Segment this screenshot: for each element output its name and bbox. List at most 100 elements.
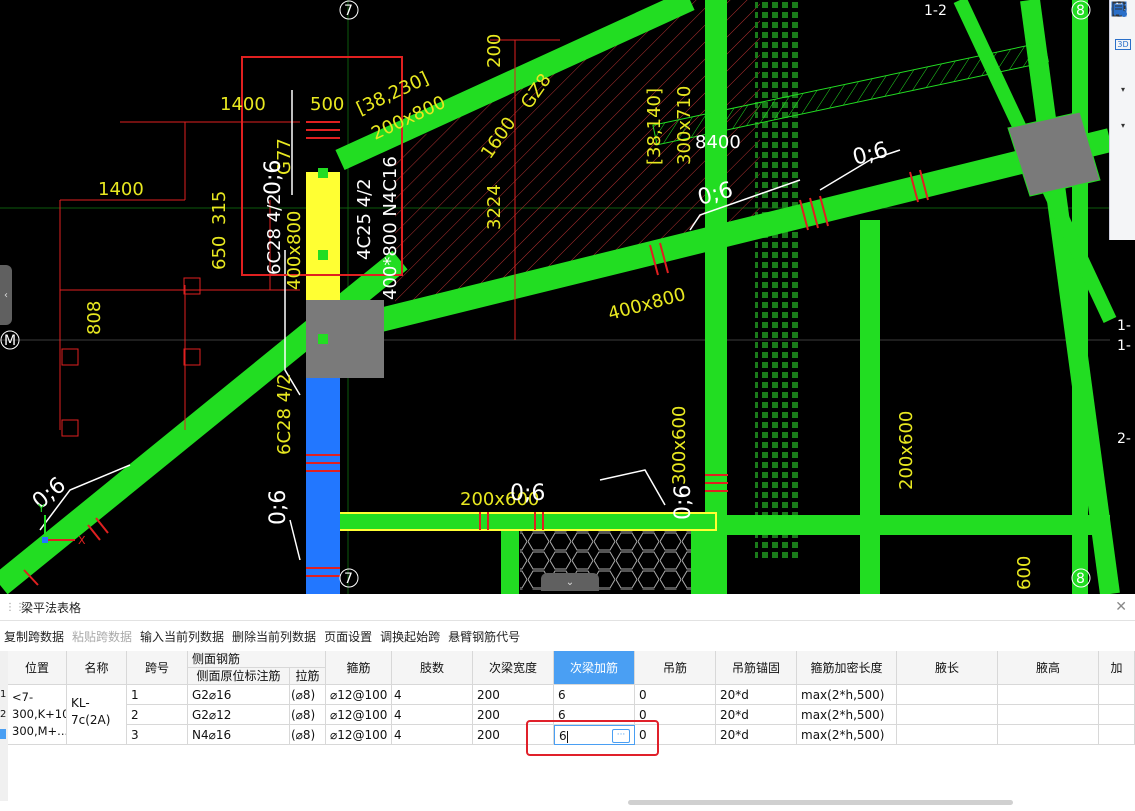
cell-hanger-1[interactable]: 0 [635, 685, 716, 705]
cell-more-3[interactable] [1099, 725, 1135, 745]
label-6c28: 6C28 4/2 [264, 193, 285, 275]
cell-sec-add-1[interactable]: 6 [554, 685, 635, 705]
annotation-highlight [526, 720, 659, 756]
grip-1[interactable] [318, 168, 328, 178]
chevron-down-icon-2[interactable]: ▾ [1119, 122, 1127, 130]
cell-stirrup-1[interactable]: ⌀12@100 [326, 685, 392, 705]
dim-808: 808 [84, 301, 105, 335]
shaft-zone [755, 0, 800, 560]
cell-more-2[interactable] [1099, 705, 1135, 725]
label-0-6-b: 0;6 [850, 137, 891, 170]
page-setup-button[interactable]: 页面设置 [320, 628, 376, 645]
cantilever-code-button[interactable]: 悬臂钢筋代号 [444, 628, 524, 645]
cad-canvas[interactable]: 1400 500 200 [38,230] 200x800 GZ8 1600 [… [0, 0, 1135, 594]
pile-3 [183, 277, 201, 295]
header-more[interactable]: 加 [1099, 651, 1135, 685]
row-marker-2: 2 [0, 709, 7, 720]
dim-315: 315 [209, 191, 230, 225]
header-tie[interactable]: 拉筋 [290, 668, 326, 685]
cell-name[interactable]: KL-7c(2A) [67, 685, 127, 745]
cell-tie-2[interactable]: (⌀8) [290, 705, 326, 725]
label-0-6-f: 0;6 [510, 481, 545, 506]
cell-side-3[interactable]: N4⌀16 [188, 725, 290, 745]
cell-haunch-h-2[interactable] [998, 705, 1099, 725]
pile-4 [183, 348, 201, 366]
collapse-left-button[interactable]: ‹ [0, 265, 12, 325]
label-600: 600 [1014, 556, 1035, 590]
cell-position[interactable]: <7-300,K+100;7-300,M+... [8, 685, 67, 745]
drag-handle-icon[interactable]: ⋮⋮ [5, 602, 25, 613]
header-hanger-anchor[interactable]: 吊筋锚固 [716, 651, 797, 685]
header-position[interactable]: 位置 [8, 651, 67, 685]
cell-tie-1[interactable]: (⌀8) [290, 685, 326, 705]
cell-span-1[interactable]: 1 [127, 685, 188, 705]
cell-side-1[interactable]: G2⌀16 [188, 685, 290, 705]
cell-dense-2[interactable]: max(2*h,500) [797, 705, 897, 725]
delete-column-button[interactable]: 删除当前列数据 [228, 628, 320, 645]
close-icon[interactable]: ✕ [1115, 599, 1127, 615]
cell-anchor-1[interactable]: 20*d [716, 685, 797, 705]
column-blue[interactable] [306, 378, 340, 594]
header-name[interactable]: 名称 [67, 651, 127, 685]
cell-anchor-2[interactable]: 20*d [716, 705, 797, 725]
cell-haunch-len-2[interactable] [897, 705, 998, 725]
cell-tie-3[interactable]: (⌀8) [290, 725, 326, 745]
dim-1400b: 1400 [98, 179, 144, 200]
cell-more-1[interactable] [1099, 685, 1135, 705]
cell-haunch-h-1[interactable] [998, 685, 1099, 705]
cube-icon[interactable] [1111, 1, 1135, 84]
cell-legs-3[interactable]: 4 [392, 725, 473, 745]
copy-span-button[interactable]: 复制跨数据 [0, 628, 68, 645]
box-icon[interactable] [1111, 1, 1135, 120]
report-icon[interactable] [1111, 1, 1135, 212]
ucs-y-label: Y [37, 502, 45, 515]
label-38-140: [38,140] [644, 88, 665, 165]
axis-label-1a: 1- [1117, 318, 1131, 334]
header-stirrup-dense[interactable]: 箍筋加密长度 [797, 651, 897, 685]
grip-3[interactable] [318, 334, 328, 344]
panel-title: 梁平法表格 [21, 600, 82, 615]
select-box-icon[interactable] [1111, 2, 1135, 156]
paste-span-button[interactable]: 粘贴跨数据 [68, 628, 136, 645]
cell-span-2[interactable]: 2 [127, 705, 188, 725]
cell-anchor-3[interactable]: 20*d [716, 725, 797, 745]
cell-haunch-len-3[interactable] [897, 725, 998, 745]
cell-stirrup-2[interactable]: ⌀12@100 [326, 705, 392, 725]
input-column-button[interactable]: 输入当前列数据 [136, 628, 228, 645]
grip-2[interactable] [318, 250, 328, 260]
selected-beam[interactable] [323, 512, 717, 531]
header-sec-add[interactable]: 次梁加筋 [554, 651, 635, 685]
header-sec-width[interactable]: 次梁宽度 [473, 651, 554, 685]
swap-start-span-button[interactable]: 调换起始跨 [376, 628, 444, 645]
chevron-down-icon[interactable]: ▾ [1119, 86, 1127, 94]
cell-side-2[interactable]: G2⌀12 [188, 705, 290, 725]
cube-outline-icon[interactable] [1111, 1, 1135, 184]
cell-span-3[interactable]: 3 [127, 725, 188, 745]
cell-stirrup-3[interactable]: ⌀12@100 [326, 725, 392, 745]
cell-dense-1[interactable]: max(2*h,500) [797, 685, 897, 705]
horizontal-scrollbar[interactable] [628, 800, 1013, 805]
collapse-bottom-button[interactable]: ⌄ [541, 573, 599, 591]
header-haunch-height[interactable]: 腋高 [998, 651, 1099, 685]
ucs-origin [42, 537, 48, 543]
header-hanger[interactable]: 吊筋 [635, 651, 716, 685]
header-side-orig[interactable]: 侧面原位标注筋 [188, 668, 290, 685]
view-toolbar: 3D ▾ ▾ [1109, 0, 1135, 240]
cell-haunch-len-1[interactable] [897, 685, 998, 705]
cell-legs-1[interactable]: 4 [392, 685, 473, 705]
ucs-x-label: X [78, 534, 86, 547]
column-grey[interactable] [306, 300, 384, 378]
cad-drawing[interactable]: 1400 500 200 [38,230] 200x800 GZ8 1600 [… [0, 0, 1135, 594]
cell-dense-3[interactable]: max(2*h,500) [797, 725, 897, 745]
cell-legs-2[interactable]: 4 [392, 705, 473, 725]
header-stirrup[interactable]: 箍筋 [326, 651, 392, 685]
header-side-rebar[interactable]: 侧面钢筋 [188, 651, 326, 668]
cell-haunch-h-3[interactable] [998, 725, 1099, 745]
3d-icon[interactable]: 3D [1111, 32, 1135, 56]
header-haunch-length[interactable]: 腋长 [897, 651, 998, 685]
label-6c28-b: 6C28 4/2 [274, 373, 295, 455]
axis-label-8-bottom: 8 [1076, 571, 1085, 587]
header-legs[interactable]: 肢数 [392, 651, 473, 685]
cell-sec-width-1[interactable]: 200 [473, 685, 554, 705]
header-span[interactable]: 跨号 [127, 651, 188, 685]
